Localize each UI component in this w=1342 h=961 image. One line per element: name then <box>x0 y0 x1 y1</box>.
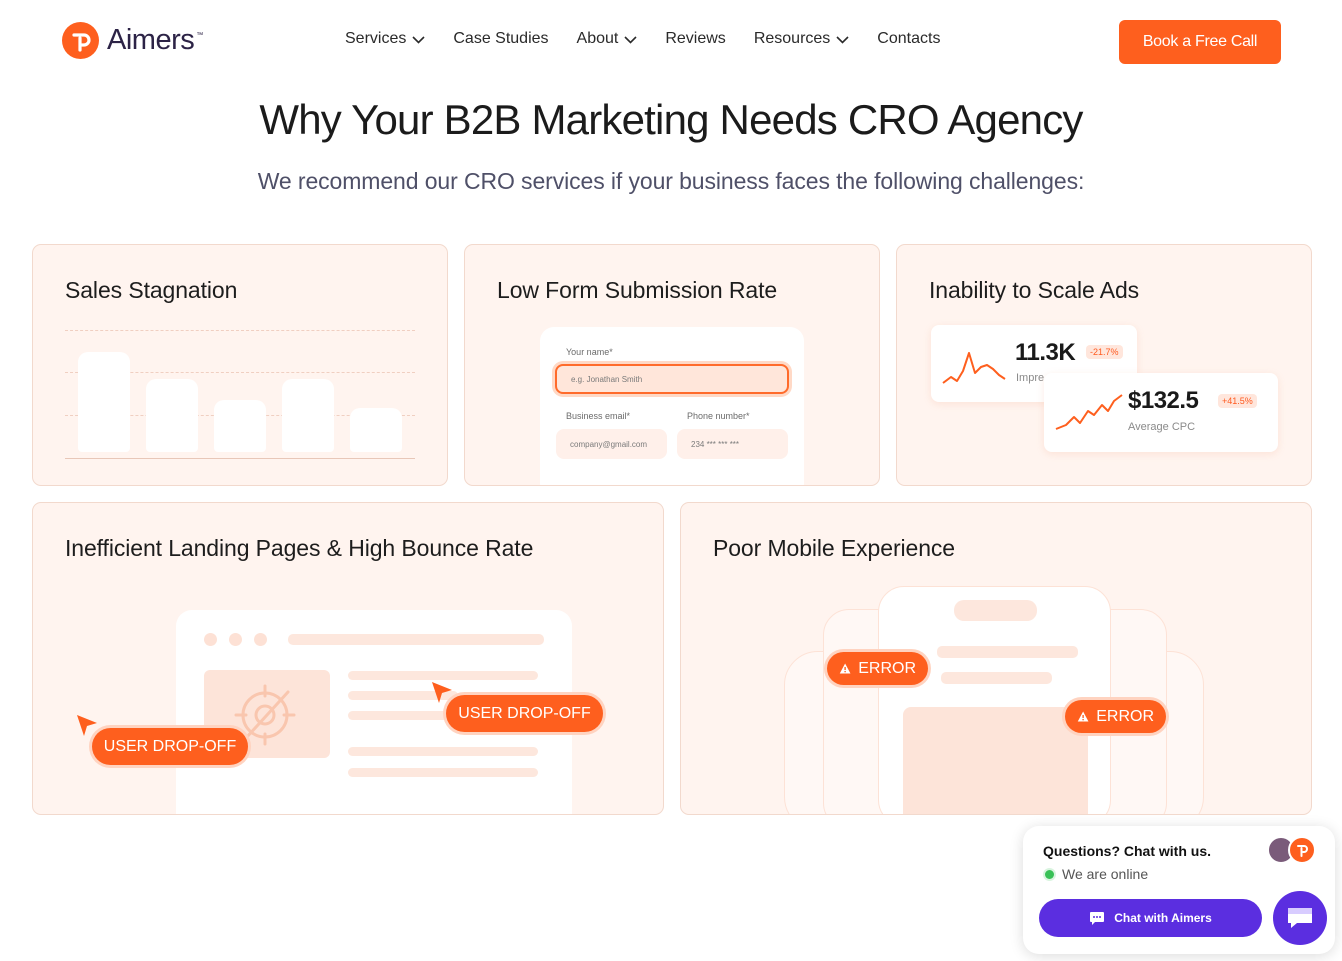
stat-delta: +41.5% <box>1218 394 1257 408</box>
card-title: Poor Mobile Experience <box>713 535 955 561</box>
card-title: Low Form Submission Rate <box>497 277 778 303</box>
placeholder-line <box>348 768 538 777</box>
chat-question: Questions? Chat with us. <box>1043 843 1212 859</box>
book-call-button[interactable]: Book a Free Call <box>1119 20 1281 64</box>
chat-bubble-icon <box>1288 908 1312 928</box>
nav-case-studies[interactable]: Case Studies <box>453 30 548 48</box>
chat-status: We are online <box>1045 866 1148 882</box>
bar-illustration <box>282 379 334 452</box>
chat-bubble-icon <box>1090 911 1105 925</box>
error-label: ERROR <box>1096 707 1154 725</box>
alert-triangle-icon <box>1077 711 1089 722</box>
trend-line-icon <box>942 352 1006 384</box>
placeholder-line <box>937 646 1078 658</box>
alert-triangle-icon <box>839 663 851 674</box>
card-mobile-experience: Poor Mobile Experience ERROR ERROR <box>680 502 1312 815</box>
placeholder-line <box>288 634 544 645</box>
bar-illustration <box>146 379 198 452</box>
nav-contacts[interactable]: Contacts <box>877 30 940 48</box>
logo[interactable]: Aimers ™ <box>62 22 203 59</box>
error-badge: ERROR <box>827 652 928 685</box>
main-nav: Services Case Studies About Reviews Reso… <box>345 30 940 48</box>
chevron-down-icon <box>624 35 637 44</box>
bar-illustration <box>350 408 402 452</box>
card-title: Inefficient Landing Pages & High Bounce … <box>65 535 534 561</box>
window-dot <box>254 633 267 646</box>
stat-card-cpc: $132.5 +41.5% Average CPC <box>1044 373 1278 452</box>
form-illustration: Your name* e.g. Jonathan Smith Business … <box>540 327 804 485</box>
bar-illustration <box>78 352 130 452</box>
card-low-form-submission: Low Form Submission Rate Your name* e.g.… <box>464 244 880 486</box>
chevron-down-icon <box>412 35 425 44</box>
placeholder-line <box>954 600 1037 621</box>
card-landing-pages: Inefficient Landing Pages & High Bounce … <box>32 502 664 815</box>
card-sales-stagnation: Sales Stagnation <box>32 244 448 486</box>
nav-services[interactable]: Services <box>345 30 425 48</box>
page-title: Why Your B2B Marketing Needs CRO Agency <box>259 96 1083 143</box>
chat-with-aimers-button[interactable]: Chat with Aimers <box>1039 899 1262 937</box>
stat-value: $132.5 <box>1128 387 1199 414</box>
logo-icon <box>1297 845 1309 857</box>
site-header: Aimers ™ Services Case Studies About Rev… <box>0 0 1342 84</box>
nav-label: Case Studies <box>453 30 549 47</box>
error-badge: ERROR <box>1065 700 1166 733</box>
nav-label: Services <box>345 30 407 47</box>
nav-label: Reviews <box>665 30 726 47</box>
stat-value: 11.3K <box>1015 339 1076 366</box>
stat-label: Average CPC <box>1128 421 1196 433</box>
nav-label: Resources <box>753 30 831 47</box>
logo-icon <box>62 22 99 59</box>
nav-label: About <box>576 30 619 47</box>
chat-button-label: Chat with Aimers <box>1114 911 1212 925</box>
nav-reviews[interactable]: Reviews <box>665 30 725 48</box>
stat-label: Impre <box>1016 372 1045 384</box>
drop-off-badge: USER DROP-OFF <box>446 695 603 732</box>
stat-delta: -21.7% <box>1086 345 1123 359</box>
logo-text: Aimers <box>107 24 195 56</box>
name-label: Your name* <box>566 347 613 357</box>
trend-line-icon <box>1055 394 1123 430</box>
logo-trademark: ™ <box>196 32 204 39</box>
email-label: Business email* <box>566 411 631 421</box>
placeholder-line <box>941 672 1052 684</box>
chat-status-text: We are online <box>1062 866 1149 882</box>
page-subtitle: We recommend our CRO services if your bu… <box>257 168 1085 194</box>
card-title: Inability to Scale Ads <box>929 277 1140 303</box>
chat-launcher-button[interactable] <box>1273 891 1327 945</box>
card-scale-ads: Inability to Scale Ads 11.3K -21.7% Impr… <box>896 244 1312 486</box>
window-dot <box>229 633 242 646</box>
chevron-down-icon <box>836 35 849 44</box>
placeholder-line <box>348 747 538 756</box>
drop-off-badge: USER DROP-OFF <box>92 728 248 765</box>
error-label: ERROR <box>858 659 916 677</box>
name-field: e.g. Jonathan Smith <box>555 364 789 394</box>
grid-line <box>65 330 415 331</box>
email-field: company@gmail.com <box>556 429 667 459</box>
nav-resources[interactable]: Resources <box>754 30 849 48</box>
placeholder-line <box>348 671 538 680</box>
brand-avatar <box>1288 836 1316 864</box>
window-dot <box>204 633 217 646</box>
chart-baseline <box>65 458 415 459</box>
phone-label: Phone number* <box>687 411 750 421</box>
online-dot-icon <box>1045 869 1054 879</box>
card-title: Sales Stagnation <box>65 277 238 303</box>
phone-field: 234 *** *** *** <box>677 429 788 459</box>
nav-label: Contacts <box>877 30 941 47</box>
image-placeholder <box>903 707 1088 814</box>
nav-about[interactable]: About <box>577 30 638 48</box>
bar-illustration <box>214 400 266 452</box>
